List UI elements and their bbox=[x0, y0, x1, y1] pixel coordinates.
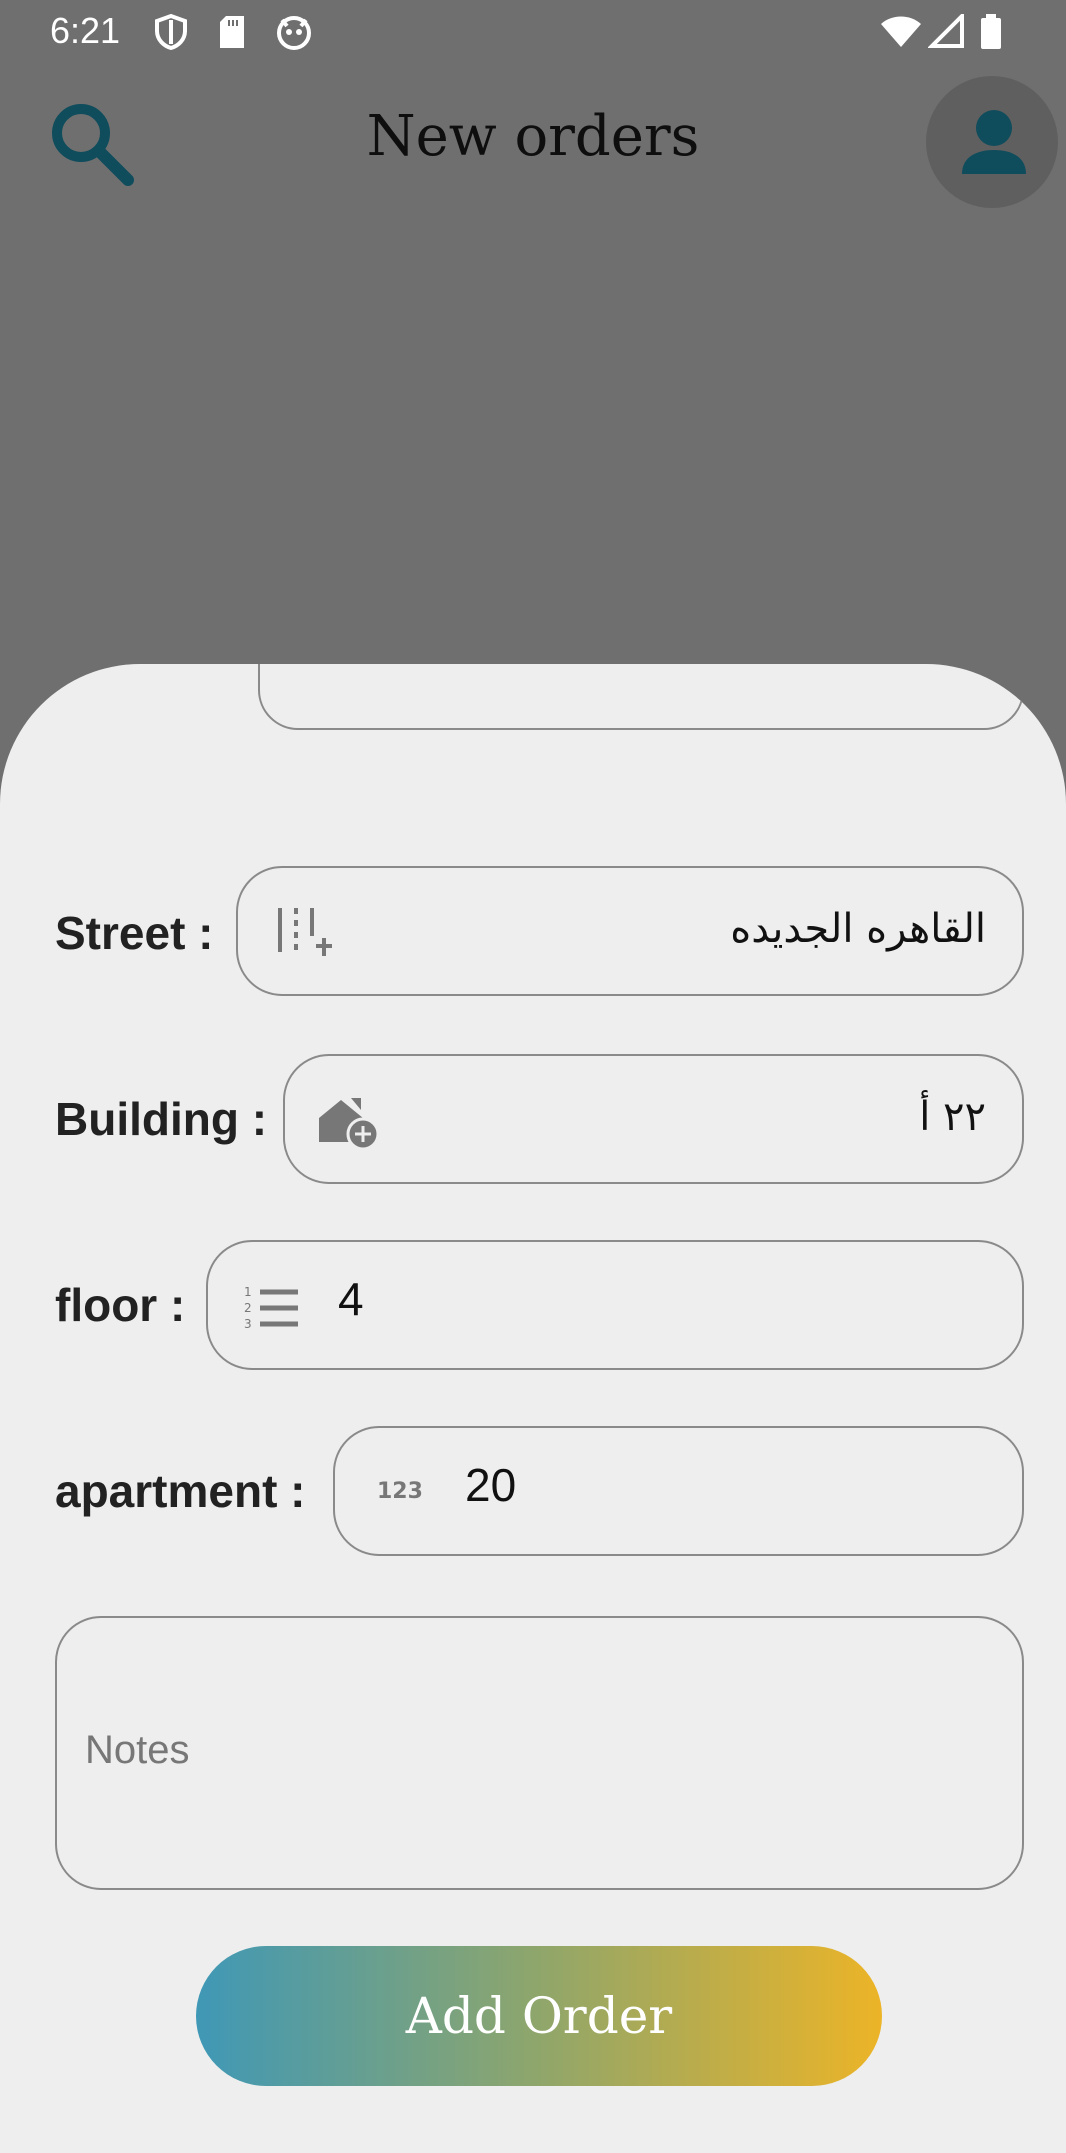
status-bar: 6:21 bbox=[0, 0, 1066, 64]
notes-placeholder: Notes bbox=[85, 1728, 190, 1772]
floor-label: floor : bbox=[55, 1279, 186, 1331]
wifi-icon bbox=[880, 14, 922, 53]
add-order-button[interactable]: Add Order bbox=[196, 1946, 882, 2086]
building-value: ٢٢ أ bbox=[919, 1094, 986, 1140]
order-form-sheet: Street : القاهره الجديده Building : ٢٢ أ… bbox=[0, 664, 1066, 2153]
apartment-label: apartment : bbox=[55, 1465, 306, 1517]
svg-text:123: 123 bbox=[377, 1479, 423, 1504]
svg-text:3: 3 bbox=[244, 1317, 252, 1331]
sd-card-icon bbox=[218, 14, 246, 55]
street-value: القاهره الجديده bbox=[730, 906, 986, 952]
floor-field[interactable]: 1 2 3 4 bbox=[206, 1240, 1024, 1370]
numbers-123-icon: 123 bbox=[377, 1474, 425, 1509]
previous-field[interactable] bbox=[258, 664, 1024, 730]
street-field[interactable]: القاهره الجديده bbox=[236, 866, 1024, 996]
floor-value: 4 bbox=[338, 1273, 364, 1325]
battery-icon bbox=[980, 14, 1002, 55]
building-label: Building : bbox=[55, 1093, 268, 1145]
signal-icon bbox=[927, 11, 964, 53]
column-add-icon bbox=[276, 906, 332, 967]
status-time: 6:21 bbox=[50, 10, 121, 51]
notes-textarea[interactable]: Notes bbox=[55, 1616, 1024, 1890]
cat-icon bbox=[276, 14, 312, 55]
app-bar: New orders bbox=[0, 64, 1066, 214]
page-title: New orders bbox=[366, 104, 700, 169]
house-add-icon bbox=[317, 1092, 381, 1157]
svg-text:1: 1 bbox=[244, 1285, 252, 1299]
person-icon bbox=[962, 110, 1026, 174]
numbered-list-icon: 1 2 3 bbox=[244, 1284, 300, 1337]
svg-text:2: 2 bbox=[244, 1301, 252, 1315]
building-field[interactable]: ٢٢ أ bbox=[283, 1054, 1024, 1184]
profile-button[interactable] bbox=[926, 76, 1058, 208]
shield-icon bbox=[154, 13, 188, 55]
street-label: Street : bbox=[55, 907, 214, 959]
apartment-field[interactable]: 123 20 bbox=[333, 1426, 1024, 1556]
apartment-value: 20 bbox=[465, 1459, 517, 1511]
